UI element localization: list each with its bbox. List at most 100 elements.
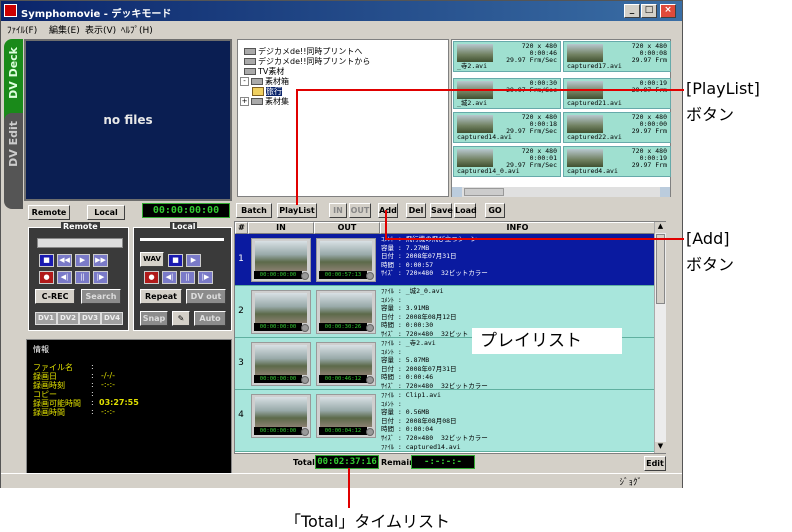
out-frame[interactable]: 00:00:30:26 bbox=[316, 290, 376, 334]
search-button[interactable]: Search bbox=[81, 289, 121, 304]
playlist-row[interactable]: 4 00:00:00:00 00:00:04:12 ﾌｧｲﾙ : Clip1.a… bbox=[235, 390, 665, 452]
dv-out-button[interactable]: DV out bbox=[186, 289, 226, 304]
total-annotation: 「Total」タイムリスト bbox=[285, 512, 451, 531]
in-marker-icon[interactable] bbox=[301, 272, 309, 280]
local-step-forward-icon[interactable]: |▶ bbox=[198, 271, 213, 284]
batch-button[interactable]: Batch bbox=[236, 203, 272, 218]
clip-thumbnail[interactable]: 0:00:19 29.97 Frmcaptured21.avi bbox=[563, 78, 671, 109]
menu-file[interactable]: ﾌｧｲﾙ(F) bbox=[7, 23, 37, 36]
snap-button[interactable]: Snap bbox=[140, 311, 168, 326]
info-value: -:-:- bbox=[101, 407, 116, 416]
minimize-button[interactable]: _ bbox=[624, 4, 640, 18]
clip-thumbnail[interactable]: 720 x 480 0:00:08 29.97 Frm captured17.av… bbox=[563, 41, 671, 72]
out-frame[interactable]: 00:00:04:12 bbox=[316, 394, 376, 438]
out-frame[interactable]: 00:00:57:13 bbox=[316, 238, 376, 282]
in-frame[interactable]: 00:00:00:00 bbox=[251, 238, 311, 282]
del-button[interactable]: Del bbox=[406, 203, 426, 218]
playlist-button[interactable]: PlayList bbox=[277, 203, 317, 218]
save-button[interactable]: Save bbox=[430, 203, 453, 218]
maximize-button[interactable]: □ bbox=[641, 4, 657, 18]
clip-thumbnail[interactable]: 720 x 480 0:00:00 29.97 Frm captured22.av… bbox=[563, 112, 671, 143]
clip-thumbnail[interactable]: 720 x 480 0:00:19 29.97 Frm captured4.avi bbox=[563, 146, 671, 177]
info-value: -/-/- bbox=[101, 371, 116, 380]
local-record-icon[interactable]: ● bbox=[144, 271, 159, 284]
scroll-thumb[interactable] bbox=[464, 188, 504, 196]
clip-fps: 29.97 Frm bbox=[631, 56, 667, 64]
expand-icon[interactable]: + bbox=[240, 97, 249, 106]
dv1-button[interactable]: DV1 bbox=[35, 312, 57, 325]
out-marker-icon[interactable] bbox=[366, 324, 374, 332]
wav-button[interactable]: WAV bbox=[140, 252, 164, 267]
clip-thumbnail-grid[interactable]: 720 x 480 0:00:46 29.97 Frm/Sec _寺2.avi 7… bbox=[451, 39, 671, 197]
in-frame[interactable]: 00:00:00:00 bbox=[251, 290, 311, 334]
folder-tree[interactable]: デジカメde!!同時プリントへ デジカメde!!同時プリントから TV素材 - 素… bbox=[237, 39, 449, 197]
fast-forward-icon[interactable]: ▶▶ bbox=[93, 254, 108, 267]
clip-name: captured22.avi bbox=[567, 133, 622, 141]
out-button[interactable]: OUT bbox=[349, 203, 371, 218]
scroll-up-icon[interactable]: ▲ bbox=[655, 222, 666, 233]
clip-thumbnail[interactable]: 0:00:30 29.97 Frm/Sec_城2.avi bbox=[453, 78, 561, 109]
menu-view[interactable]: 表示(V) bbox=[85, 23, 116, 36]
col-header-out: OUT bbox=[314, 222, 380, 234]
in-marker-icon[interactable] bbox=[301, 376, 309, 384]
remote-button[interactable]: Remote bbox=[28, 205, 70, 220]
add-button[interactable]: Add bbox=[378, 203, 398, 218]
load-button[interactable]: Load bbox=[454, 203, 477, 218]
dv3-button[interactable]: DV3 bbox=[79, 312, 101, 325]
local-step-back-icon[interactable]: ◀| bbox=[162, 271, 177, 284]
collapse-icon[interactable]: - bbox=[240, 77, 249, 86]
pause-icon[interactable]: || bbox=[75, 271, 90, 284]
clip-thumbnail[interactable]: 720 x 480 0:00:01 29.97 Frm/Sec captured1… bbox=[453, 146, 561, 177]
row-number: 1 bbox=[238, 254, 244, 264]
clip-thumbnail[interactable]: 720 x 480 0:00:18 29.97 Frm/Sec captured1… bbox=[453, 112, 561, 143]
tree-item-label: 素材箱 bbox=[265, 77, 289, 86]
scroll-right-icon[interactable] bbox=[660, 187, 670, 197]
play-icon[interactable]: ▶ bbox=[75, 254, 90, 267]
in-frame[interactable]: 00:00:00:00 bbox=[251, 394, 311, 438]
dv4-button[interactable]: DV4 bbox=[101, 312, 123, 325]
local-button[interactable]: Local bbox=[87, 205, 125, 220]
tree-item-label: デジカメde!!同時プリントから bbox=[258, 57, 371, 66]
close-button[interactable]: × bbox=[660, 4, 676, 18]
menu-edit[interactable]: 編集(E) bbox=[49, 23, 80, 36]
step-back-icon[interactable]: ◀| bbox=[57, 271, 72, 284]
in-button[interactable]: IN bbox=[329, 203, 347, 218]
remote-position-slider[interactable] bbox=[37, 238, 123, 248]
tool-icon[interactable]: ✎ bbox=[172, 311, 190, 326]
out-marker-icon[interactable] bbox=[366, 428, 374, 436]
in-marker-icon[interactable] bbox=[301, 428, 309, 436]
local-play-icon[interactable]: ▶ bbox=[186, 254, 201, 267]
record-icon[interactable]: ● bbox=[39, 271, 54, 284]
scroll-down-icon[interactable]: ▼ bbox=[655, 442, 666, 453]
clip-thumbnail[interactable]: 720 x 480 0:00:46 29.97 Frm/Sec _寺2.avi bbox=[453, 41, 561, 72]
repeat-button[interactable]: Repeat bbox=[140, 289, 182, 304]
out-marker-icon[interactable] bbox=[366, 272, 374, 280]
auto-button[interactable]: Auto bbox=[194, 311, 226, 326]
playlist-scrollbar[interactable]: ▲ ▼ bbox=[654, 222, 666, 453]
playlist-toolbar: Batch PlayList IN OUT Add Del Save Load … bbox=[234, 201, 671, 220]
stop-icon[interactable]: ■ bbox=[39, 254, 54, 267]
step-forward-icon[interactable]: |▶ bbox=[93, 271, 108, 284]
out-marker-icon[interactable] bbox=[366, 376, 374, 384]
dv2-button[interactable]: DV2 bbox=[57, 312, 79, 325]
tree-item[interactable]: + 素材集 bbox=[240, 96, 289, 107]
in-frame[interactable]: 00:00:00:00 bbox=[251, 342, 311, 386]
rewind-icon[interactable]: ◀◀ bbox=[57, 254, 72, 267]
clip-name: _城2.avi bbox=[457, 99, 487, 107]
menu-help[interactable]: ﾍﾙﾌﾟ(H) bbox=[121, 23, 153, 36]
clip-name: captured4.avi bbox=[567, 167, 618, 175]
local-pause-icon[interactable]: || bbox=[180, 271, 195, 284]
go-button[interactable]: GO bbox=[485, 203, 505, 218]
out-frame[interactable]: 00:00:46:12 bbox=[316, 342, 376, 386]
tab-dv-edit[interactable]: DV Edit bbox=[4, 113, 23, 209]
clip-name: captured14_0.avi bbox=[457, 167, 520, 175]
c-rec-button[interactable]: C-REC bbox=[35, 289, 75, 304]
drive-icon bbox=[251, 78, 263, 85]
playlist-row[interactable]: 1 00:00:00:00 00:00:57:13 ｺﾒﾝﾄ : 飛行機の飛び立… bbox=[235, 234, 665, 286]
scroll-thumb[interactable] bbox=[656, 234, 665, 304]
scroll-left-icon[interactable] bbox=[452, 187, 462, 197]
edit-button[interactable]: Edit bbox=[644, 456, 666, 471]
in-marker-icon[interactable] bbox=[301, 324, 309, 332]
local-stop-icon[interactable]: ■ bbox=[168, 254, 183, 267]
thumbnail-scrollbar[interactable] bbox=[452, 187, 670, 197]
